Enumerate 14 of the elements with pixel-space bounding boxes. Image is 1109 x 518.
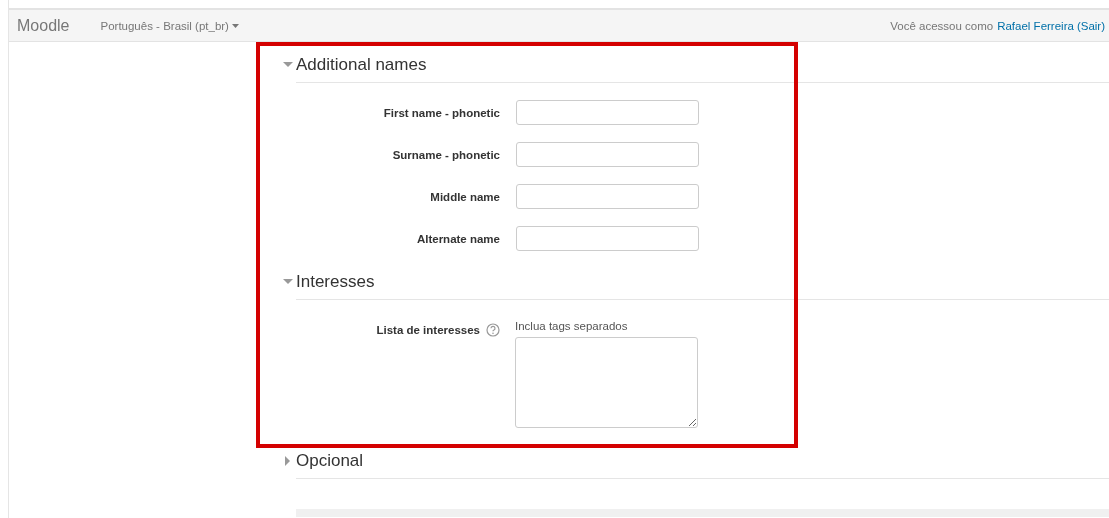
field-label: Surname - phonetic xyxy=(392,148,500,161)
field-label: Lista de interesses xyxy=(376,324,480,336)
section-toggle[interactable]: Interesses xyxy=(283,270,1109,294)
section-toggle[interactable]: Opcional xyxy=(283,449,1109,473)
user-link[interactable]: Rafael Ferreira xyxy=(997,19,1074,32)
field-label: Middle name xyxy=(430,190,500,203)
logout-link[interactable]: (Sair) xyxy=(1076,19,1105,32)
section-toggle[interactable]: Additional names xyxy=(283,53,1109,77)
language-menu[interactable]: Português - Brasil (pt_br) xyxy=(100,19,239,32)
brand-link[interactable]: Moodle xyxy=(17,16,70,35)
login-info: Você acessou como xyxy=(890,19,994,32)
field-label: Alternate name xyxy=(416,232,500,245)
field-label: First name - phonetic xyxy=(383,106,500,119)
hint-text: Inclua tags separados xyxy=(515,320,629,332)
